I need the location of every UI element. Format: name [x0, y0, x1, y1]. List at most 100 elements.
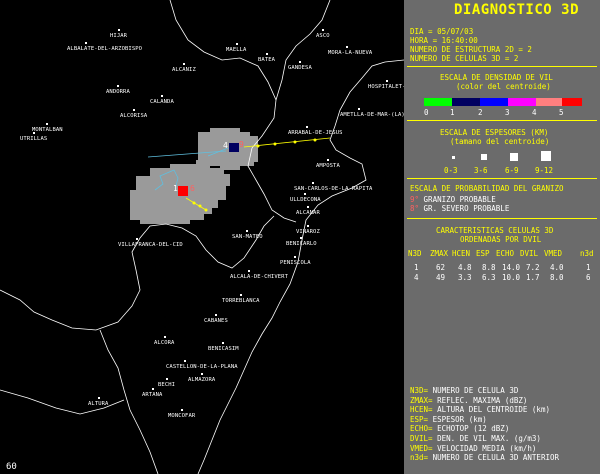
town-label: ARRABAL-DE-JESUS — [288, 130, 343, 136]
table-header: ZMAX — [430, 249, 449, 258]
cell-centroid-1 — [178, 186, 188, 196]
town-label: ALBALATE-DEL-ARZOBISPO — [67, 46, 143, 52]
town-marker — [307, 206, 310, 208]
estructura-value: 2 — [527, 45, 532, 54]
town-marker — [307, 225, 310, 227]
vil-swatch — [536, 98, 564, 106]
town-marker — [294, 256, 297, 258]
town-label: MONTALBAN — [32, 127, 63, 133]
province-border-4 — [99, 329, 159, 474]
province-border-3 — [275, 0, 331, 101]
table-cell: 4.8 — [458, 263, 472, 272]
town-marker — [312, 182, 314, 184]
size-square-2 — [481, 154, 487, 160]
panel-title: DIAGNOSTICO 3D — [454, 2, 580, 18]
town-marker — [215, 314, 218, 316]
town-marker — [300, 237, 303, 239]
carac-title: CARACTERISTICAS CELULAS 3D — [436, 226, 554, 235]
town-label: UTRILLAS — [20, 136, 48, 142]
vil-swatch — [480, 98, 508, 106]
vil-swatch — [562, 98, 582, 106]
granizo-mark-1: 9° — [410, 195, 420, 204]
carac-subtitle: ORDENADAS POR DVIL — [460, 235, 542, 244]
town-label: MORA-LA-NUEVA — [328, 50, 373, 56]
vil-swatch — [452, 98, 480, 106]
table-cell: 7.2 — [526, 263, 540, 272]
town-marker — [346, 46, 348, 48]
town-marker — [327, 159, 330, 161]
town-label: VILLAFRANCA-DEL-CID — [118, 242, 183, 248]
table-cell: 1 — [586, 263, 591, 272]
legend-row: DVIL= DEN. DE VIL MAX. (g/m3) — [410, 434, 541, 443]
table-cell: 6 — [586, 273, 591, 282]
granizo-text-2: GR. SEVERO PROBABLE — [423, 204, 510, 213]
celulas-row: NUMERO DE CELULAS 3D = 2 — [410, 54, 519, 63]
town-label: ARTANA — [142, 392, 163, 398]
corner-number: 60 — [6, 462, 17, 472]
radar-map: 4 1 6 9 HIJAR ALBALATE-DEL-ARZOBISPO MAELL… — [0, 0, 409, 474]
town-label: BATEA — [258, 57, 276, 63]
vil-tick: 4 — [532, 108, 537, 117]
town-marker — [235, 43, 238, 45]
town-marker — [166, 378, 168, 380]
town-label: TORREBLANCA — [222, 298, 260, 304]
legend-row: ESP= ESPESOR (km) — [410, 415, 487, 424]
legend-key: ECHO= — [410, 424, 438, 434]
town-label: VINAROZ — [296, 229, 320, 235]
vil-swatch — [508, 98, 536, 106]
town-label: CALANDA — [150, 99, 174, 105]
legend-text: NUMERO DE CELULA 3D ANTERIOR — [432, 453, 560, 463]
town-marker — [222, 342, 225, 344]
town-label: ALCANAR — [296, 210, 320, 216]
cell-label-4: 4 — [223, 141, 228, 150]
legend-text: VELOCIDAD MEDIA (km/h) — [437, 443, 537, 453]
table-cell: 3.3 — [458, 273, 472, 282]
table-header: n3d — [580, 249, 594, 258]
granizo-scale-title: ESCALA DE PROBABILIDAD DEL GRANIZO — [410, 184, 564, 193]
town-marker — [304, 193, 307, 195]
separator — [407, 178, 597, 179]
map-canvas — [0, 0, 404, 474]
town-marker — [183, 63, 186, 65]
legend-text: DEN. DE VIL MAX. (g/m3) — [437, 434, 541, 443]
vil-tick: 1 — [450, 108, 455, 117]
legend-key: N3D= — [410, 386, 433, 395]
vil-tick: 0 — [424, 108, 429, 117]
town-marker — [46, 123, 49, 125]
town-label: ALCORISA — [120, 113, 148, 119]
esp-scale-subtitle: (tamano del centroide) — [450, 137, 550, 146]
granizo-text-1: GRANIZO PROBABLE — [423, 195, 496, 204]
town-marker — [246, 230, 249, 232]
legend-row: N3D= NUMERO DE CELULA 3D — [410, 386, 518, 395]
legend-key: ESP= — [410, 414, 433, 424]
size-square-1 — [452, 156, 455, 159]
town-marker — [151, 388, 154, 390]
town-marker — [386, 80, 388, 82]
town-marker — [85, 42, 87, 44]
town-label: AMETLLA-DE-MAR-(LA) — [340, 112, 405, 118]
separator — [407, 66, 597, 67]
cell-centroid-4 — [229, 143, 239, 152]
town-marker — [163, 336, 166, 338]
estructura-row: NUMERO DE ESTRUCTURA 2D = 2 — [410, 45, 532, 54]
town-marker — [161, 95, 164, 97]
hora-label: HORA — [410, 36, 429, 45]
town-label: HOSPITALET-D — [368, 84, 409, 90]
town-label: ALMAZORA — [188, 377, 216, 383]
table-cell: 8.8 — [482, 263, 496, 272]
town-marker — [118, 29, 120, 31]
hail-mark-9: 9 — [239, 140, 244, 149]
granizo-row-1: 9° GRANIZO PROBABLE — [410, 195, 496, 204]
town-marker — [32, 132, 35, 134]
town-label: BECHI — [158, 382, 176, 388]
town-label: ALCORA — [154, 340, 175, 346]
town-marker — [322, 29, 325, 31]
legend-row: ECHO= ECHOTOP (12 dBZ) — [410, 424, 509, 433]
town-label: MAELLA — [226, 47, 247, 53]
table-header: ESP — [476, 249, 490, 258]
hora-value: 16:40:00 — [441, 36, 478, 45]
town-label: GANDESA — [288, 65, 312, 71]
town-label: CABANES — [204, 318, 228, 324]
legend-row: ZMAX= REFLEC. MAXIMA (dBZ) — [410, 396, 527, 405]
dia-value: 05/07/03 — [437, 27, 474, 36]
